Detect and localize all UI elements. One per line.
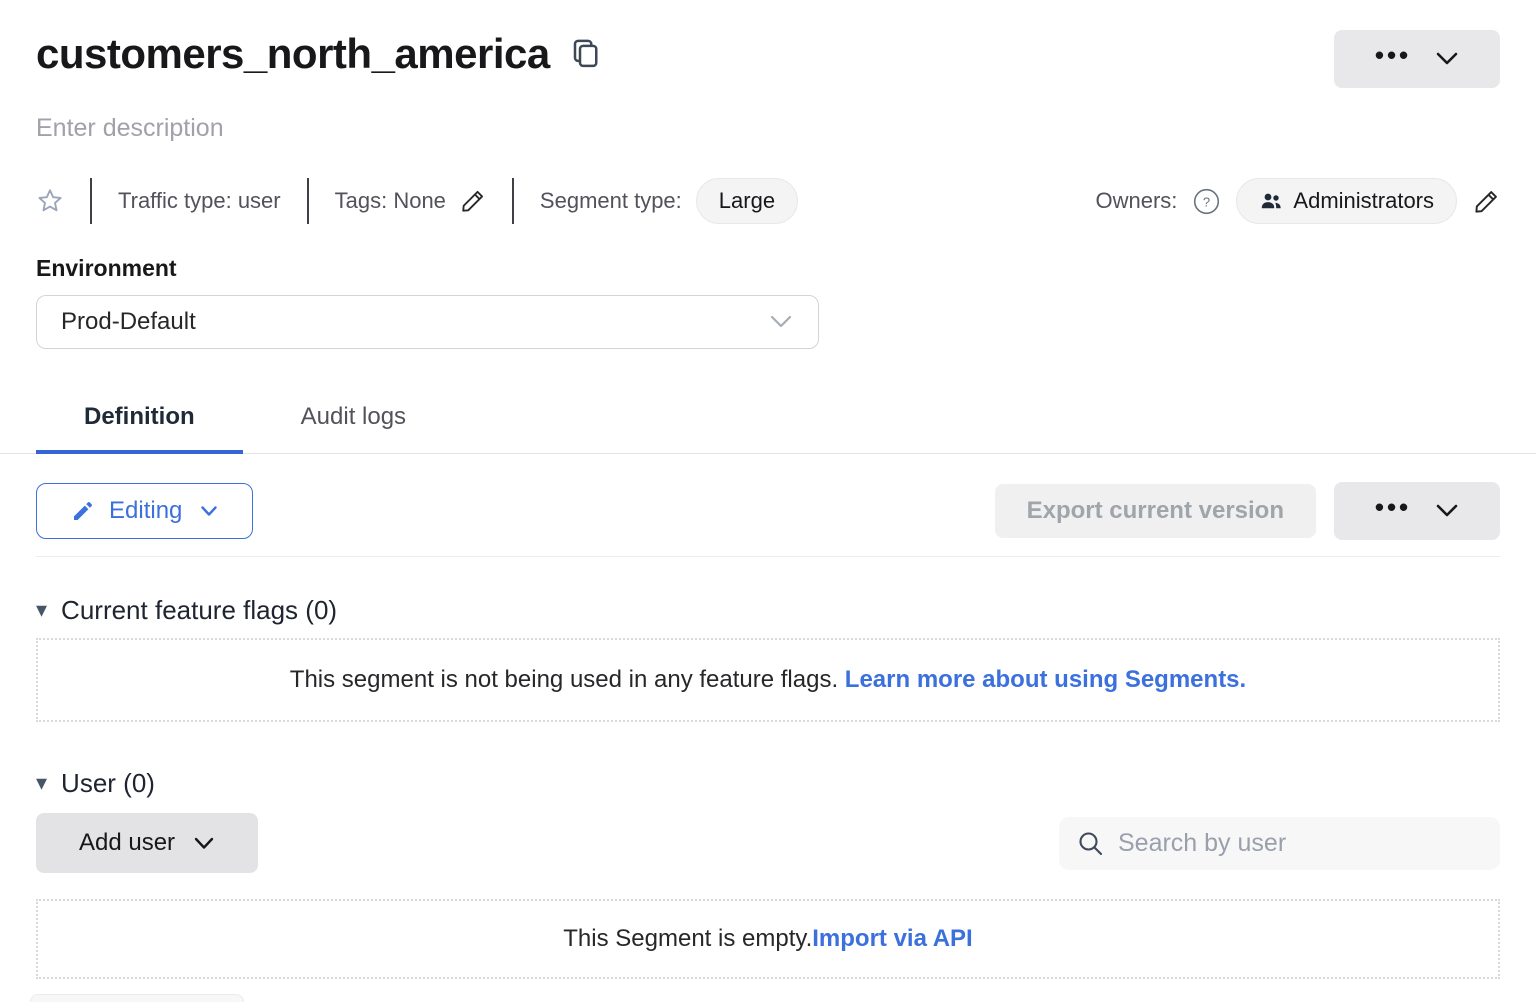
chevron-down-icon — [193, 836, 215, 851]
divider — [307, 178, 309, 224]
tab-audit-logs[interactable]: Audit logs — [253, 389, 454, 453]
tab-definition[interactable]: Definition — [36, 389, 243, 453]
chevron-down-icon — [1435, 51, 1459, 67]
divider — [90, 178, 92, 224]
caret-down-icon: ▾ — [36, 599, 47, 621]
page-header: customers_north_america ••• — [36, 0, 1500, 88]
caret-down-icon: ▾ — [36, 772, 47, 794]
owners-badge: Administrators — [1236, 178, 1457, 224]
edit-tags-button[interactable] — [460, 188, 486, 214]
owners-label: Owners: — [1095, 188, 1177, 214]
search-by-user-input[interactable] — [1118, 829, 1482, 858]
divider — [512, 178, 514, 224]
user-search-box — [1059, 817, 1500, 870]
meta-row: Traffic type: user Tags: None Segment ty… — [36, 177, 1500, 225]
user-section-toggle[interactable]: ▾ User (0) — [36, 768, 155, 799]
chevron-down-icon — [768, 313, 794, 331]
environment-label: Environment — [36, 255, 1500, 282]
toolbar-more-options-button[interactable]: ••• — [1334, 482, 1500, 540]
definition-toolbar: Editing Export current version ••• — [36, 482, 1500, 540]
feature-flags-section-toggle[interactable]: ▾ Current feature flags (0) — [36, 595, 337, 626]
feature-flags-empty-text: This segment is not being used in any fe… — [290, 666, 845, 693]
environment-select[interactable]: Prod-Default — [36, 295, 819, 349]
favorite-star-button[interactable] — [36, 187, 64, 215]
help-circle-icon: ? — [1193, 188, 1220, 215]
add-user-label: Add user — [79, 829, 175, 857]
edit-pencil-icon — [460, 188, 486, 214]
tab-bar: Definition Audit logs — [0, 389, 1536, 454]
description-input[interactable]: Enter description — [36, 114, 224, 143]
traffic-type-label: Traffic type: user — [118, 188, 281, 214]
svg-text:?: ? — [1203, 194, 1210, 209]
learn-more-segments-link[interactable]: Learn more about using Segments. — [845, 666, 1246, 693]
chevron-down-icon — [1435, 503, 1459, 519]
people-icon — [1259, 190, 1283, 212]
segment-type-badge: Large — [696, 178, 798, 224]
segment-empty-text: This Segment is empty. — [563, 925, 812, 952]
environment-selected-value: Prod-Default — [61, 308, 196, 336]
editing-label: Editing — [109, 497, 182, 525]
feature-flags-section-title: Current feature flags (0) — [61, 595, 337, 626]
section-divider — [36, 556, 1500, 557]
more-options-icon: ••• — [1375, 494, 1411, 520]
owners-help-button[interactable]: ? — [1193, 188, 1220, 215]
segment-empty-state: This Segment is empty.Import via API — [36, 899, 1500, 979]
copy-name-button[interactable] — [570, 37, 600, 71]
chevron-down-icon — [200, 505, 218, 518]
owners-value: Administrators — [1293, 188, 1434, 214]
export-current-version-button[interactable]: Export current version — [995, 484, 1316, 538]
header-more-options-button[interactable]: ••• — [1334, 30, 1500, 88]
search-icon — [1077, 830, 1104, 857]
editing-mode-button[interactable]: Editing — [36, 483, 253, 539]
copy-icon — [570, 37, 600, 71]
segment-detail-page: customers_north_america ••• Enter descri… — [0, 0, 1536, 1002]
import-via-api-link[interactable]: Import via API — [812, 925, 972, 952]
edit-owners-button[interactable] — [1473, 188, 1500, 215]
tags-label: Tags: None — [335, 188, 446, 214]
user-controls-row: Add user — [36, 813, 1500, 873]
pencil-filled-icon — [71, 499, 95, 523]
user-section-title: User (0) — [61, 768, 155, 799]
segment-type-label: Segment type: — [540, 188, 682, 214]
more-options-icon: ••• — [1375, 42, 1411, 68]
feature-flags-empty-state: This segment is not being used in any fe… — [36, 638, 1500, 722]
star-icon — [36, 187, 64, 215]
add-user-button[interactable]: Add user — [36, 813, 258, 873]
edit-pencil-icon — [1473, 188, 1500, 215]
page-title: customers_north_america — [36, 30, 550, 78]
cut-off-button-top — [30, 994, 244, 1002]
